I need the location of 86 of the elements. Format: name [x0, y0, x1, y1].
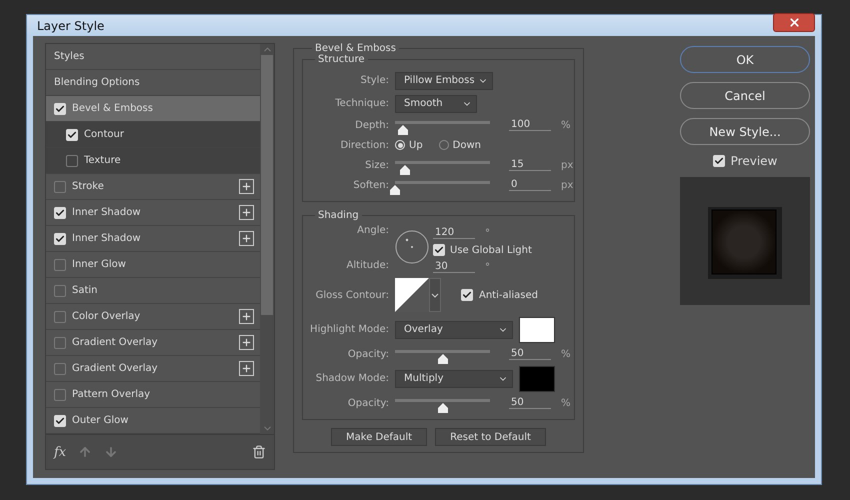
field-label: Opacity: — [346, 348, 389, 360]
group-title: Structure — [317, 54, 366, 65]
checkbox[interactable] — [54, 284, 66, 296]
mode-dropdown[interactable]: Multiply — [395, 370, 513, 388]
fx-button[interactable]: fx — [54, 444, 66, 460]
close-button[interactable] — [773, 13, 815, 32]
plus-icon[interactable] — [239, 205, 254, 220]
action-button[interactable]: New Style... — [680, 118, 810, 145]
field-label: Shadow Mode: — [314, 373, 389, 384]
unit-label: ° — [485, 262, 490, 272]
style-list-item[interactable]: Outer Glow — [46, 408, 260, 434]
style-list-item[interactable]: Styles — [46, 44, 260, 70]
field-label: Angle: — [356, 225, 389, 236]
style-list-item[interactable]: Pattern Overlay — [46, 382, 260, 408]
plus-icon[interactable] — [239, 361, 254, 376]
style-list-item[interactable]: Gradient Overlay — [46, 356, 260, 382]
checkbox[interactable] — [54, 388, 66, 400]
slider-thumb[interactable] — [398, 125, 408, 135]
dialog-button[interactable]: Make Default — [331, 428, 428, 446]
checkbox[interactable] — [54, 362, 66, 374]
value-field[interactable]: 15 — [509, 159, 551, 171]
radio-option[interactable]: Up — [395, 140, 423, 150]
close-icon — [788, 16, 800, 29]
style-dropdown[interactable]: Pillow Emboss — [395, 72, 493, 90]
dialog-button[interactable]: Reset to Default — [435, 428, 546, 446]
style-list-item[interactable]: Blending Options — [46, 70, 260, 96]
style-list-item[interactable]: Color Overlay — [46, 304, 260, 330]
color-swatch[interactable] — [519, 366, 555, 392]
checkbox[interactable] — [54, 336, 66, 348]
slider-thumb[interactable] — [438, 354, 448, 364]
field-label: Altitude: — [346, 260, 389, 271]
style-list-item[interactable]: Stroke — [46, 174, 260, 200]
contour-picker[interactable] — [395, 278, 441, 312]
unit-label: % — [561, 348, 571, 360]
style-list-item[interactable]: Inner Shadow — [46, 226, 260, 252]
plus-icon[interactable] — [239, 179, 254, 194]
style-list-item[interactable]: Gradient Overlay — [46, 330, 260, 356]
field-label: Size: — [364, 160, 389, 170]
group-title: Shading — [317, 210, 360, 221]
action-button[interactable]: OK — [680, 46, 810, 73]
field-label: Technique: — [334, 98, 389, 109]
field-label: Soften: — [352, 180, 389, 190]
technique-dropdown[interactable]: Smooth — [395, 94, 477, 112]
checkbox-label: Use Global Light — [450, 244, 532, 256]
field-label: Gloss Contour: — [314, 290, 389, 300]
color-swatch[interactable] — [519, 316, 555, 342]
plus-icon[interactable] — [239, 309, 254, 324]
field-label: Opacity: — [346, 398, 389, 408]
value-field[interactable]: 50 — [509, 348, 551, 360]
unit-label: ° — [485, 228, 490, 238]
value-field[interactable]: 50 — [509, 397, 551, 409]
slider-thumb[interactable] — [400, 165, 410, 175]
checkbox[interactable] — [54, 310, 66, 322]
style-list-item[interactable]: Satin — [46, 278, 260, 304]
unit-label: px — [561, 160, 574, 170]
unit-label: % — [561, 120, 571, 130]
unit-label: px — [561, 180, 574, 190]
plus-icon[interactable] — [239, 231, 254, 246]
value-field[interactable]: 120 — [433, 227, 475, 239]
slider-thumb[interactable] — [390, 185, 400, 195]
checkbox[interactable] — [54, 258, 66, 270]
style-list-item[interactable]: Contour — [46, 122, 260, 148]
checkbox-label: Anti-aliased — [479, 290, 538, 300]
style-list-item[interactable]: Texture — [46, 148, 260, 174]
checkbox[interactable] — [66, 154, 78, 166]
unit-label: % — [561, 398, 571, 408]
group-title: Bevel & Emboss — [314, 43, 397, 54]
checkbox-label: Preview — [730, 154, 778, 168]
value-field[interactable]: 30 — [433, 261, 475, 273]
field-label: Direction: — [339, 140, 389, 150]
checkbox[interactable] — [54, 180, 66, 192]
style-list-item[interactable]: Inner Shadow — [46, 200, 260, 226]
mode-dropdown[interactable]: Overlay — [395, 320, 513, 338]
value-field[interactable]: 0 — [509, 179, 551, 191]
action-button[interactable]: Cancel — [680, 82, 810, 109]
delete-icon[interactable] — [252, 445, 266, 459]
style-list-item[interactable]: Bevel & Emboss — [46, 96, 260, 122]
window-title: Layer Style — [37, 18, 104, 32]
radio-option[interactable]: Down — [438, 140, 482, 150]
field-label: Depth: — [354, 120, 389, 130]
plus-icon[interactable] — [239, 335, 254, 350]
slider-thumb[interactable] — [438, 403, 448, 413]
field-label: Style: — [360, 75, 389, 86]
style-list-item[interactable]: Inner Glow — [46, 252, 260, 278]
field-label: Highlight Mode: — [309, 324, 389, 335]
value-field[interactable]: 100 — [509, 119, 551, 131]
